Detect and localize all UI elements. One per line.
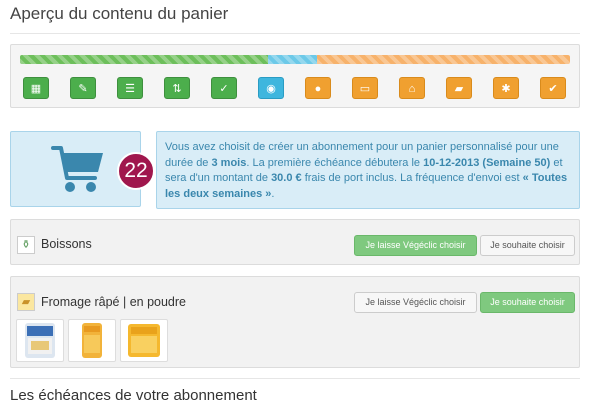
sort-icon: ⇅ xyxy=(172,83,182,95)
user-icon: ● xyxy=(314,83,322,95)
check-square-icon: ✔ xyxy=(548,83,558,95)
wrench-icon: ✎ xyxy=(78,83,88,95)
grid-icon: ▦ xyxy=(30,83,42,95)
step-asterisk-button[interactable]: ✱ xyxy=(493,77,519,99)
let-vegeclic-choose-button[interactable]: Je laisse Végéclic choisir xyxy=(354,235,477,256)
cheese-bag-image xyxy=(25,323,55,358)
progress-remaining-segment xyxy=(317,55,570,64)
step-check-square-button[interactable]: ✔ xyxy=(540,77,566,99)
cart-count-badge: 22 xyxy=(117,152,155,190)
bottle-icon: ⚱ xyxy=(17,236,35,254)
cheese-bag-image xyxy=(128,324,160,357)
step-credit-card-button[interactable]: ▭ xyxy=(352,77,378,99)
info-text: . xyxy=(271,187,275,200)
step-list-button[interactable]: ☰ xyxy=(117,77,143,99)
wizard-progress-bar xyxy=(20,55,570,64)
product-name: Boissons xyxy=(41,237,92,251)
choose-myself-button[interactable]: Je souhaite choisir xyxy=(480,235,575,256)
comment-icon: ▰ xyxy=(454,83,464,95)
divider xyxy=(10,33,580,34)
asterisk-icon: ✱ xyxy=(501,83,511,95)
page-title: Aperçu du contenu du panier xyxy=(10,4,229,23)
info-text: . La première échéance débutera le xyxy=(246,156,424,169)
eye-icon: ◉ xyxy=(266,83,276,95)
info-amount: 30.0 € xyxy=(271,172,302,184)
divider xyxy=(10,378,580,379)
step-check-circle-button[interactable]: ✓ xyxy=(211,77,237,99)
info-start-date: 10-12-2013 (Semaine 50) xyxy=(423,156,551,169)
step-sort-button[interactable]: ⇅ xyxy=(164,77,190,99)
cheese-bag-image xyxy=(82,323,102,358)
list-icon: ☰ xyxy=(125,83,135,95)
info-duration: 3 mois xyxy=(211,156,247,169)
home-icon: ⌂ xyxy=(408,83,416,95)
product-panel-fromage: ▰ Fromage râpé | en poudre Je laisse Vég… xyxy=(10,276,580,368)
schedule-section-title: Les échéances de votre abonnement xyxy=(10,387,257,404)
let-vegeclic-choose-button[interactable]: Je laisse Végéclic choisir xyxy=(354,292,477,313)
product-panel-boissons: ⚱ Boissons Je laisse Végéclic choisir Je… xyxy=(10,219,580,265)
step-wrench-button[interactable]: ✎ xyxy=(70,77,96,99)
shopping-cart-icon xyxy=(51,146,103,192)
wizard-steps-panel: ▦ ✎ ☰ ⇅ ✓ ◉ ● ▭ ⌂ ▰ ✱ ✔ xyxy=(10,44,580,108)
product-name: Fromage râpé | en poudre xyxy=(41,295,187,309)
product-thumbnail[interactable] xyxy=(16,319,64,362)
choose-myself-button[interactable]: Je souhaite choisir xyxy=(480,292,575,313)
cart-summary: 22 xyxy=(10,131,155,207)
step-user-button[interactable]: ● xyxy=(305,77,331,99)
credit-card-icon: ▭ xyxy=(359,83,371,95)
check-circle-icon: ✓ xyxy=(219,83,229,95)
product-thumbnail[interactable] xyxy=(120,319,168,362)
step-home-button[interactable]: ⌂ xyxy=(399,77,425,99)
progress-current-segment xyxy=(267,55,317,64)
info-text: frais de port inclus. La fréquence d'env… xyxy=(301,172,523,184)
step-grid-button[interactable]: ▦ xyxy=(23,77,49,99)
product-thumbnail[interactable] xyxy=(68,319,116,362)
step-comment-button[interactable]: ▰ xyxy=(446,77,472,99)
subscription-info-alert: Vous avez choisit de créer un abonnement… xyxy=(156,131,580,209)
progress-done-segment xyxy=(20,55,268,64)
cheese-icon: ▰ xyxy=(17,293,35,311)
step-eye-button[interactable]: ◉ xyxy=(258,77,284,99)
